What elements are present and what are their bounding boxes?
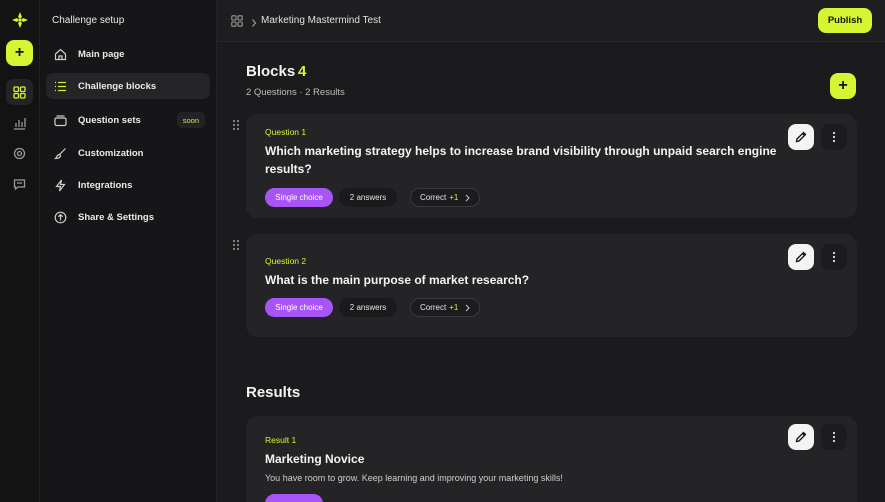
sidebar-item-challenge-blocks[interactable]: Challenge blocks xyxy=(46,73,210,99)
result-card[interactable]: Result 1 Marketing Novice You have room … xyxy=(246,416,857,502)
result-description: You have room to grow. Keep learning and… xyxy=(265,473,563,483)
answers-chip[interactable]: 2 answers xyxy=(339,188,397,207)
correct-chip[interactable]: Correct +1 xyxy=(410,298,480,317)
settings-icon[interactable] xyxy=(6,140,33,166)
result-title: Marketing Novice xyxy=(265,452,365,466)
breadcrumb[interactable]: Marketing Mastermind Test xyxy=(261,15,381,26)
add-block-button[interactable]: + xyxy=(830,73,856,99)
create-button[interactable]: + xyxy=(6,40,33,66)
question-text: What is the main purpose of market resea… xyxy=(265,273,530,287)
sidebar-item-label: Integrations xyxy=(78,179,133,191)
question-type-chip[interactable]: Single choice xyxy=(265,298,333,317)
chevron-right-icon xyxy=(465,304,470,314)
chevron-right-icon xyxy=(465,194,470,204)
sidebar-title: Challenge setup xyxy=(52,15,125,26)
chart-icon[interactable] xyxy=(6,110,33,136)
apps-grid-icon[interactable] xyxy=(231,14,243,32)
soon-badge: soon xyxy=(176,112,205,128)
results-title: Results xyxy=(246,384,301,401)
share-icon xyxy=(53,210,67,224)
publish-button[interactable]: Publish xyxy=(818,8,872,33)
more-options-button[interactable] xyxy=(821,244,847,270)
blocks-subtitle: 2 Questions · 2 Results xyxy=(246,87,345,98)
blocks-title: Blocks xyxy=(246,63,296,80)
correct-label: Correct xyxy=(420,193,447,202)
sidebar: Challenge setup Main page Challenge bloc… xyxy=(40,0,217,502)
brush-icon xyxy=(53,146,67,160)
sidebar-item-question-sets[interactable]: Question sets soon xyxy=(46,107,210,133)
more-options-button[interactable] xyxy=(821,124,847,150)
grid-icon[interactable] xyxy=(6,79,33,105)
correct-count: +1 xyxy=(449,193,459,202)
sidebar-item-label: Share & Settings xyxy=(78,211,155,223)
blocks-count: 4 xyxy=(298,63,307,80)
edit-button[interactable] xyxy=(788,424,814,450)
question-number: Question 2 xyxy=(265,256,307,266)
bolt-icon xyxy=(53,178,67,192)
chat-icon[interactable] xyxy=(6,171,33,197)
correct-chip[interactable]: Correct +1 xyxy=(410,188,480,207)
icon-rail: + xyxy=(0,0,40,502)
list-icon xyxy=(53,79,67,93)
sidebar-item-label: Main page xyxy=(78,48,125,60)
result-range-chip[interactable] xyxy=(265,494,323,502)
question-number: Question 1 xyxy=(265,127,307,137)
sidebar-item-label: Challenge blocks xyxy=(78,80,157,92)
drag-handle-icon[interactable] xyxy=(232,118,240,131)
home-icon xyxy=(53,47,67,61)
question-type-chip[interactable]: Single choice xyxy=(265,188,333,207)
stack-icon xyxy=(53,113,67,127)
sidebar-item-label: Question sets xyxy=(78,114,141,126)
question-card[interactable]: Question 1 Which marketing strategy help… xyxy=(246,114,857,218)
correct-label: Correct xyxy=(420,303,447,312)
correct-count: +1 xyxy=(449,303,459,312)
edit-button[interactable] xyxy=(788,244,814,270)
result-number: Result 1 xyxy=(265,435,297,445)
chevron-right-icon xyxy=(251,15,257,33)
question-card[interactable]: Question 2 What is the main purpose of m… xyxy=(246,234,857,337)
sidebar-item-main-page[interactable]: Main page xyxy=(46,41,210,67)
sidebar-item-label: Customization xyxy=(78,147,144,159)
sidebar-item-customization[interactable]: Customization xyxy=(46,140,210,166)
top-bar: Marketing Mastermind Test Publish xyxy=(217,0,885,42)
question-text: Which marketing strategy helps to increa… xyxy=(265,144,777,176)
edit-button[interactable] xyxy=(788,124,814,150)
sidebar-item-integrations[interactable]: Integrations xyxy=(46,172,210,198)
more-options-button[interactable] xyxy=(821,424,847,450)
answers-chip[interactable]: 2 answers xyxy=(339,298,397,317)
logo-icon[interactable] xyxy=(11,11,29,29)
sidebar-item-share-settings[interactable]: Share & Settings xyxy=(46,204,210,230)
drag-handle-icon[interactable] xyxy=(232,238,240,251)
